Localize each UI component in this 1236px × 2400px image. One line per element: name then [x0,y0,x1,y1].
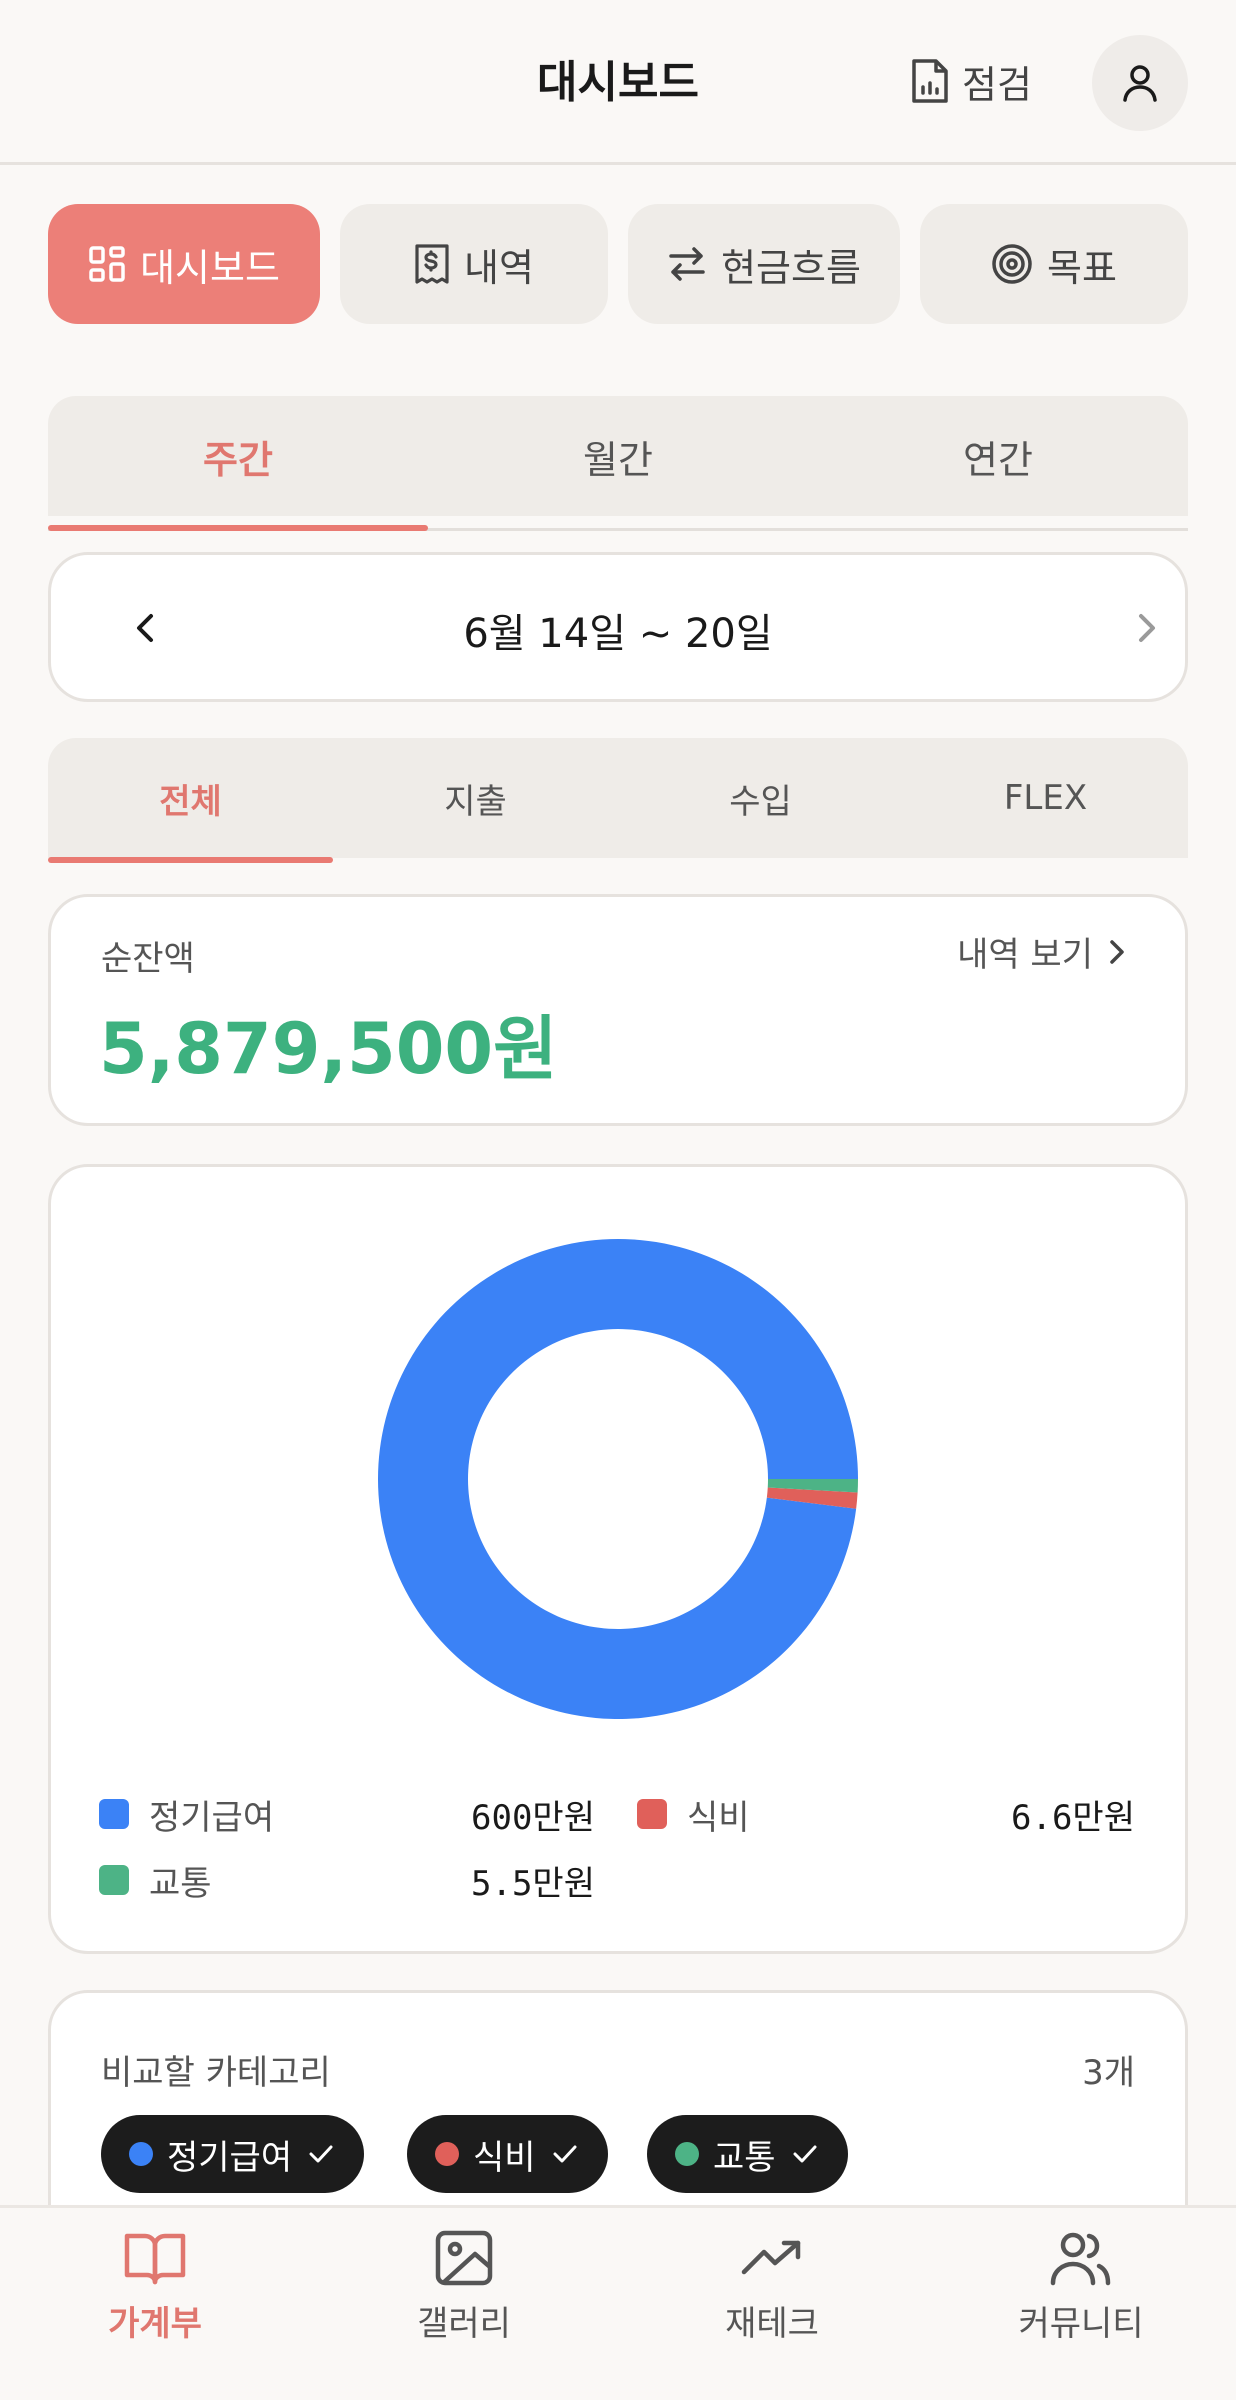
filter-active-indicator [48,857,333,863]
tab-label: 목표 [1047,245,1117,290]
view-history-label: 내역 보기 [957,935,1093,975]
tab-expense[interactable]: 지출 [333,738,618,858]
transfer-icon [667,246,707,282]
legend-item-salary: 정기급여 [99,1789,274,1839]
legend-swatch [637,1799,667,1829]
user-icon [1121,63,1159,103]
period-active-indicator [48,525,428,531]
tab-cashflow[interactable]: 현금흐름 [628,204,900,324]
chip-dot [675,2142,699,2166]
filter-tab-bar: 전체 지출 수입 FLEX [48,738,1188,858]
bottom-navigation: 가계부 갤러리 재테크 커뮤니티 [0,2205,1236,2400]
nav-label: 재테크 [725,2304,819,2344]
nav-ledger[interactable]: 가계부 [55,2230,255,2380]
net-balance-amount: 5,879,500원 [99,1008,558,1090]
tab-weekly[interactable]: 주간 [48,396,428,516]
nav-label: 가계부 [108,2304,202,2344]
tab-flex[interactable]: FLEX [903,738,1188,858]
view-history-link[interactable]: 내역 보기 [957,927,1129,976]
donut-chart [378,1238,858,1719]
chip-transport[interactable]: 교통 [647,2115,848,2193]
chip-label: 정기급여 [167,2137,293,2178]
nav-investment[interactable]: 재테크 [672,2230,872,2380]
slice-salary [378,1238,858,1719]
nav-label: 커뮤니티 [1018,2304,1144,2344]
legend-value-salary: 600만원 [471,1797,595,1838]
report-icon [910,57,950,105]
tab-income[interactable]: 수입 [618,738,903,858]
chevron-right-icon [1121,603,1171,653]
chip-salary[interactable]: 정기급여 [101,2115,365,2193]
chip-dot [129,2142,153,2166]
net-balance-card: 순잔액 내역 보기 5,879,500원 [48,894,1188,1126]
image-icon [434,2230,494,2286]
date-range: 6월 14일 ~ 20일 [463,611,773,657]
date-navigator: 6월 14일 ~ 20일 [48,552,1188,702]
check-label: 점검 [962,62,1032,107]
legend-value-transport: 5.5만원 [471,1863,595,1904]
page-title: 대시보드 [537,57,699,108]
nav-label: 갤러리 [417,2304,511,2344]
legend-label: 정기급여 [149,1797,275,1838]
chip-label: 식비 [473,2137,536,2178]
chevron-right-icon [1107,935,1129,969]
receipt-icon [414,243,450,285]
target-icon [991,243,1033,285]
tab-dashboard[interactable]: 대시보드 [48,204,320,324]
tab-all[interactable]: 전체 [48,738,333,858]
book-icon [123,2230,187,2286]
users-icon [1049,2230,1113,2286]
legend-item-food: 식비 [637,1789,750,1839]
compare-count: 3개 [1082,2053,1135,2093]
net-balance-label: 순잔액 [101,939,195,979]
tab-label: 현금흐름 [721,245,861,290]
nav-community[interactable]: 커뮤니티 [981,2230,1181,2380]
period-tab-bar: 주간 월간 연간 [48,396,1188,516]
category-chart-card: 정기급여 600만원 식비 6.6만원 교통 5.5만원 [48,1164,1188,1954]
profile-button[interactable] [1092,35,1188,131]
check-icon [550,2139,580,2169]
tab-label: 내역 [464,245,534,290]
tab-goal[interactable]: 목표 [920,204,1188,324]
dashboard-icon [88,245,126,283]
legend-label: 식비 [687,1797,750,1838]
check-icon [306,2139,336,2169]
chip-dot [435,2142,459,2166]
trend-up-icon [740,2230,804,2286]
compare-title: 비교할 카테고리 [101,2053,331,2093]
nav-gallery[interactable]: 갤러리 [364,2230,564,2380]
main-tab-bar: 대시보드 내역 현금흐름 목표 [48,204,1188,324]
tab-label: 대시보드 [140,245,280,290]
tab-monthly[interactable]: 월간 [428,396,808,516]
app-header: 대시보드 점검 [0,0,1236,165]
tab-yearly[interactable]: 연간 [808,396,1188,516]
legend-swatch [99,1799,129,1829]
legend-value-food: 6.6만원 [1011,1797,1135,1838]
chip-label: 교통 [713,2137,776,2178]
legend-swatch [99,1865,129,1895]
chip-food[interactable]: 식비 [407,2115,608,2193]
legend-label: 교통 [149,1863,212,1904]
next-week-button[interactable] [1121,603,1171,653]
check-button[interactable]: 점검 [910,50,1032,112]
check-icon [790,2139,820,2169]
legend-item-transport: 교통 [99,1855,212,1905]
tab-history[interactable]: 내역 [340,204,608,324]
